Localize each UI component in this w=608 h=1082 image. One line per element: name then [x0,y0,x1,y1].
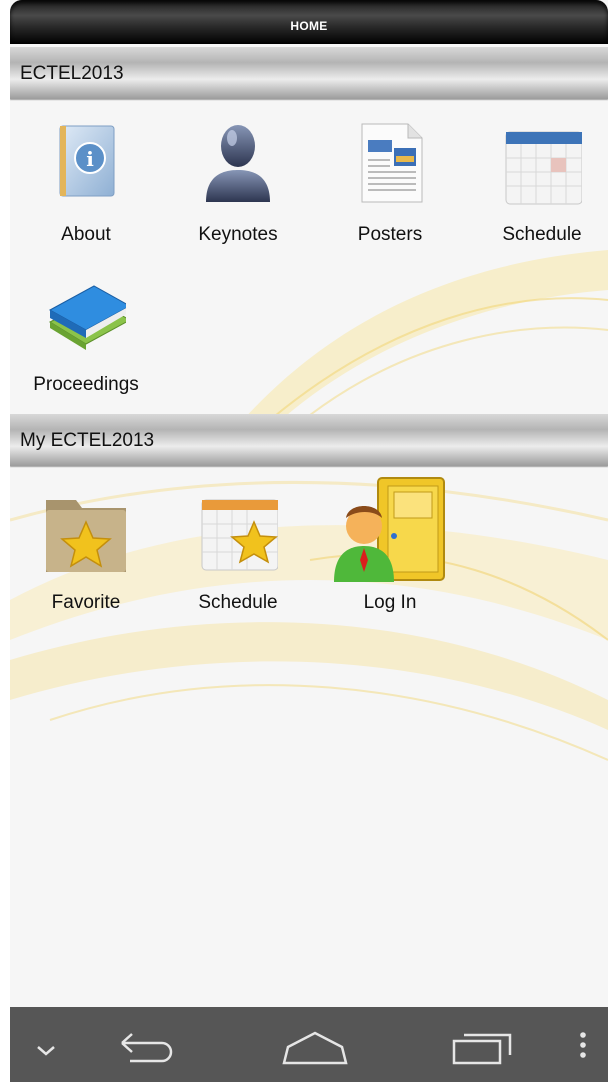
tile-posters[interactable]: Posters [314,120,466,280]
app-screen: HOME ECTEL2013 i About Keynotes Posters … [10,0,608,1007]
section-header-conference: ECTEL2013 [10,47,608,99]
tile-label: Posters [357,224,423,245]
tile-label: Favorite [51,592,121,613]
poster-document-icon [350,120,430,206]
recent-apps-icon[interactable] [442,1007,526,1082]
star-folder-icon [46,488,126,574]
system-navigation-bar [10,1007,608,1082]
tile-label: About [61,224,111,245]
overflow-menu-icon[interactable] [568,1007,598,1082]
person-silhouette-icon [198,120,278,206]
chevron-down-icon[interactable] [24,1007,68,1082]
back-icon[interactable] [106,1007,190,1082]
tile-schedule[interactable]: Schedule [466,120,608,280]
tile-my-schedule[interactable]: Schedule [162,488,314,648]
user-door-icon [330,474,450,584]
svg-text:i: i [86,147,94,171]
info-book-icon: i [46,120,126,206]
page-title: HOME [290,19,328,33]
tile-login[interactable]: Log In [314,477,466,648]
tile-keynotes[interactable]: Keynotes [162,120,314,280]
tile-label: Keynotes [198,224,278,245]
tile-label: Proceedings [33,374,139,395]
tile-about[interactable]: i About [10,120,162,280]
books-icon [46,270,126,356]
home-icon[interactable] [270,1007,360,1082]
section-header-my: My ECTEL2013 [10,414,608,466]
title-bar: HOME [10,0,608,44]
section-title-conference: ECTEL2013 [20,63,124,84]
section-title-my: My ECTEL2013 [20,430,155,451]
tile-proceedings[interactable]: Proceedings [10,270,162,430]
tile-label: Schedule [198,592,278,613]
calendar-icon [502,120,582,206]
tile-favorite[interactable]: Favorite [10,488,162,648]
starred-calendar-icon [198,488,278,574]
tile-label: Schedule [502,224,582,245]
tile-label: Log In [363,592,417,613]
